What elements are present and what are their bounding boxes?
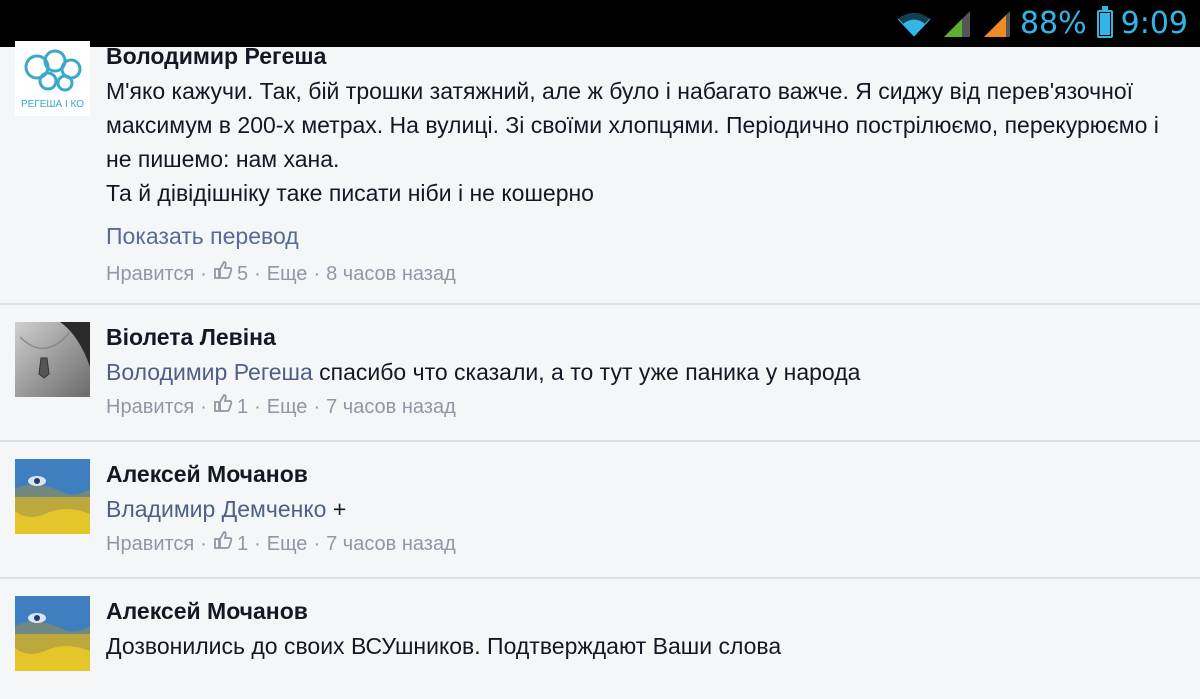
separator: ·: [200, 396, 207, 418]
more-button[interactable]: Еще: [267, 393, 308, 421]
like-count: 5: [236, 263, 249, 285]
comment-text: +: [326, 496, 347, 522]
comment-timestamp: 7 часов назад: [326, 533, 456, 555]
comment-text-container: Володимир Регеша спасибо что сказали, а …: [106, 355, 1180, 389]
like-button[interactable]: Нравится: [106, 530, 194, 558]
like-count: 1: [236, 533, 249, 555]
status-bar: 88% 9:09: [0, 0, 1200, 47]
more-button[interactable]: Еще: [267, 530, 308, 558]
comment-author[interactable]: Алексей Мочанов: [106, 460, 1180, 488]
avatar[interactable]: [15, 322, 90, 397]
comment-meta: Нравится · 1 · Еще · 7 часов назад: [106, 393, 1180, 421]
necklace-photo-avatar: [15, 322, 90, 397]
separator: ·: [254, 396, 261, 418]
like-button[interactable]: Нравится: [106, 393, 194, 421]
comment-text: М'яко кажучи. Так, бій трошки затяжний, …: [106, 78, 1159, 206]
show-translation-link[interactable]: Показать перевод: [106, 220, 1180, 252]
regesha-logo-avatar: РЕГЕША І КО: [15, 41, 90, 116]
mention-link[interactable]: Володимир Регеша: [106, 359, 313, 385]
separator: ·: [254, 263, 261, 285]
comment-meta: Нравится · 5 · Еще · 8 часов назад: [106, 260, 1180, 288]
like-button[interactable]: Нравится: [106, 260, 194, 288]
separator: ·: [313, 396, 321, 418]
separator: ·: [200, 263, 207, 285]
battery-percent: 88%: [1019, 6, 1087, 41]
avatar-logo-text: РЕГЕША І КО: [21, 99, 84, 110]
comment-text-container: Владимир Демченко +: [106, 492, 1180, 526]
more-button[interactable]: Еще: [267, 260, 308, 288]
thumbs-up-icon: [213, 530, 233, 558]
comment-author[interactable]: Віолета Левіна: [106, 323, 1180, 351]
wifi-icon: [896, 10, 932, 38]
comment-list: РЕГЕША І КО Володимир Регеша М'яко кажуч…: [0, 41, 1200, 699]
separator: ·: [254, 533, 261, 555]
thumbs-up-icon: [213, 393, 233, 421]
flag-face-avatar: [15, 596, 90, 671]
comment: Віолета Левіна Володимир Регеша спасибо …: [0, 305, 1200, 442]
signal-icon: [942, 9, 972, 39]
avatar[interactable]: [15, 596, 90, 671]
separator: ·: [313, 533, 321, 555]
comment: РЕГЕША І КО Володимир Регеша М'яко кажуч…: [0, 41, 1200, 305]
avatar[interactable]: РЕГЕША І КО: [15, 41, 90, 116]
battery-icon: [1096, 5, 1113, 38]
comment-text: спасибо что сказали, а то тут уже паника…: [312, 359, 861, 385]
separator: ·: [313, 263, 321, 285]
comment-timestamp: 8 часов назад: [326, 263, 456, 285]
separator: ·: [200, 533, 207, 555]
clock: 9:09: [1120, 6, 1188, 41]
comment-author[interactable]: Алексей Мочанов: [106, 597, 1180, 625]
comment: Алексей Мочанов Дозвонились до своих ВСУ…: [0, 579, 1200, 699]
mention-link[interactable]: Владимир Демченко: [106, 496, 326, 522]
comment-meta: Нравится · 1 · Еще · 7 часов назад: [106, 530, 1180, 558]
comment-author[interactable]: Володимир Регеша: [106, 42, 1180, 70]
flag-face-avatar: [15, 459, 90, 534]
thumbs-up-icon: [213, 260, 233, 288]
comment: Алексей Мочанов Владимир Демченко + Нрав…: [0, 442, 1200, 579]
comment-timestamp: 7 часов назад: [326, 396, 456, 418]
like-count: 1: [236, 396, 249, 418]
comment-text: Дозвонились до своих ВСУшников. Подтверж…: [106, 633, 782, 659]
signal-icon: [982, 9, 1012, 39]
avatar[interactable]: [15, 459, 90, 534]
